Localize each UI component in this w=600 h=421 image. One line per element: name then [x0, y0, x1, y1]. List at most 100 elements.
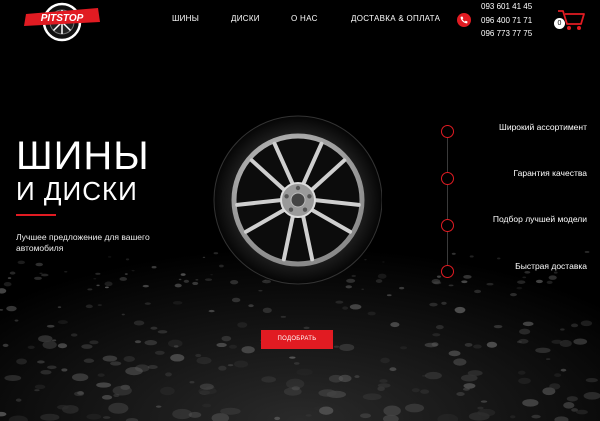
water-drop: [467, 370, 483, 376]
hero-title-line2: И ДИСКИ: [16, 176, 138, 206]
water-drop: [174, 283, 182, 288]
phone-number-2[interactable]: 096 400 71 71: [481, 14, 532, 28]
water-drop: [424, 371, 442, 380]
water-drop: [432, 333, 441, 337]
water-drop: [51, 339, 57, 342]
water-drop: [461, 280, 468, 284]
water-drop: [192, 281, 199, 286]
features-connector-line: [447, 131, 448, 271]
water-drop: [519, 328, 531, 335]
water-drop: [110, 361, 122, 366]
water-drop: [34, 276, 42, 280]
select-button[interactable]: ПОДОБРАТЬ: [261, 330, 333, 349]
water-drop: [35, 262, 43, 267]
water-drop: [81, 344, 93, 349]
water-drop: [183, 279, 190, 283]
water-drop: [27, 345, 35, 349]
water-drop: [453, 358, 467, 366]
feature-quality: Гарантия качества: [513, 168, 588, 178]
cart-count-badge: 0: [554, 18, 565, 29]
water-drop: [305, 414, 312, 417]
phone-number-3[interactable]: 096 773 77 75: [481, 27, 532, 41]
water-drop: [576, 409, 588, 415]
water-drop: [4, 374, 22, 382]
water-drop: [172, 300, 183, 305]
water-drop: [7, 277, 12, 279]
water-drop: [119, 277, 128, 281]
water-drop: [318, 389, 337, 397]
water-drop: [464, 342, 473, 347]
water-drop: [101, 395, 113, 400]
water-drop: [296, 368, 313, 376]
water-drop: [144, 340, 158, 346]
water-drop: [448, 350, 461, 357]
water-drop: [293, 362, 300, 365]
water-drop: [399, 286, 405, 290]
water-drop: [144, 302, 151, 305]
water-drop: [431, 279, 441, 284]
water-drop: [548, 388, 555, 392]
nav-wheels[interactable]: ДИСКИ: [231, 14, 260, 23]
water-drop: [40, 413, 60, 421]
water-drop: [477, 406, 484, 410]
water-drop: [17, 260, 25, 265]
water-drop: [196, 356, 212, 365]
water-drop: [47, 365, 57, 370]
water-drop: [477, 408, 496, 417]
water-drop: [112, 385, 132, 396]
water-drop: [261, 376, 277, 383]
svg-text:PITSTOP: PITSTOP: [41, 13, 84, 24]
water-drop: [104, 286, 109, 289]
water-drop: [367, 311, 376, 316]
water-drop: [104, 281, 113, 287]
water-drop: [335, 300, 344, 304]
water-drop: [437, 413, 459, 421]
water-drop: [516, 286, 523, 290]
phone-numbers: 093 601 41 45 096 400 71 71 096 773 77 7…: [481, 0, 532, 41]
water-drop: [220, 407, 241, 415]
water-drop: [289, 356, 296, 359]
pitstop-logo[interactable]: PITSTOP: [22, 0, 102, 44]
water-drop: [97, 304, 102, 306]
water-drop: [172, 408, 193, 420]
water-drop: [333, 345, 340, 348]
water-drop: [189, 380, 195, 384]
water-drop: [86, 413, 102, 420]
water-drop: [228, 344, 238, 349]
phone-number-1[interactable]: 093 601 41 45: [481, 0, 532, 14]
water-drop: [9, 271, 16, 275]
nav-tires[interactable]: ШИНЫ: [172, 14, 199, 23]
water-drop: [563, 402, 575, 409]
water-drop: [125, 367, 143, 376]
water-drop: [342, 306, 349, 310]
water-drop: [234, 360, 249, 368]
water-drop: [463, 275, 472, 279]
water-drop: [195, 353, 202, 358]
water-drop: [522, 321, 534, 327]
water-drop: [404, 403, 425, 413]
water-drop: [580, 320, 593, 327]
water-drop: [133, 320, 145, 326]
water-drop: [486, 282, 494, 286]
water-drop: [71, 373, 89, 382]
water-drop: [70, 333, 78, 337]
water-drop: [510, 415, 516, 419]
water-drop: [14, 319, 19, 322]
water-drop: [474, 289, 482, 294]
water-drop: [339, 343, 355, 352]
water-drop: [429, 302, 438, 307]
water-drop: [216, 342, 227, 348]
water-drop: [150, 326, 158, 330]
water-drop: [241, 346, 255, 354]
water-drop: [93, 278, 97, 280]
nav-about[interactable]: О НАС: [291, 14, 318, 23]
water-drop: [448, 284, 454, 287]
water-drop: [125, 258, 130, 261]
water-drop: [570, 323, 579, 328]
water-drop: [16, 358, 27, 365]
water-drop: [0, 288, 7, 294]
phone-icon[interactable]: [457, 13, 471, 27]
nav-delivery-payment[interactable]: ДОСТАВКА & ОПЛАТА: [351, 14, 440, 23]
water-drop: [208, 309, 215, 313]
water-drop: [420, 389, 430, 394]
